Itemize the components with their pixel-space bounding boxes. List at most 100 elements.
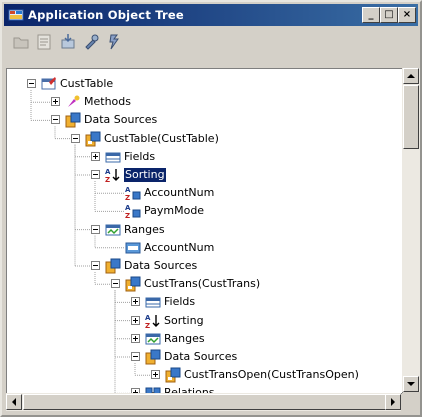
datasource-icon — [125, 276, 141, 292]
tree-node-label[interactable]: Fields — [164, 295, 195, 309]
collapse-icon[interactable] — [51, 115, 60, 125]
tree-node-label[interactable]: PaymMode — [144, 204, 204, 218]
svg-text:A: A — [145, 314, 151, 322]
tree-node-label[interactable]: Data Sources — [84, 113, 157, 127]
tools-icon[interactable] — [82, 32, 102, 52]
tree-node-label[interactable]: Methods — [84, 95, 131, 109]
tree-node[interactable]: CustTrans(CustTrans) — [7, 275, 402, 293]
tree-node[interactable]: CustTable(CustTable) — [7, 130, 402, 148]
datasource-icon — [85, 131, 101, 147]
scroll-right-button[interactable] — [385, 394, 401, 410]
tree-node-label[interactable]: Ranges — [124, 223, 165, 237]
arrow-right-icon — [391, 398, 395, 406]
tree-node-label[interactable]: CustTable(CustTable) — [104, 132, 219, 146]
sorting-icon: AZ — [105, 168, 120, 183]
tree-node-label[interactable]: CustTransOpen(CustTransOpen) — [184, 368, 359, 382]
tree-node-label[interactable]: AccountNum — [144, 241, 214, 255]
close-button[interactable]: × — [398, 7, 416, 23]
tree-node-label[interactable]: Sorting — [124, 168, 166, 182]
horizontal-scrollbar[interactable] — [6, 393, 401, 411]
tree-node[interactable]: Ranges — [7, 221, 402, 239]
vertical-scrollbar[interactable] — [402, 68, 420, 392]
tree-node-label[interactable]: Ranges — [164, 332, 205, 346]
arrow-down-icon — [407, 382, 415, 386]
collapse-icon[interactable] — [71, 133, 80, 143]
tree-node[interactable]: CustTransOpen(CustTransOpen) — [7, 366, 402, 384]
svg-text:Z: Z — [125, 194, 130, 201]
svg-text:A: A — [125, 204, 131, 212]
scroll-thumb[interactable] — [403, 85, 419, 149]
arrow-left-icon — [12, 398, 16, 406]
aot-window: Application Object Tree _ □ × CustTable M… — [0, 0, 422, 417]
tree-node[interactable]: A Z AccountNum — [7, 184, 402, 202]
compile-icon[interactable] — [105, 32, 125, 52]
svg-text:A: A — [105, 168, 111, 176]
expand-icon[interactable] — [131, 315, 140, 325]
tree-node-label[interactable]: Sorting — [164, 314, 204, 328]
collapse-icon[interactable] — [111, 279, 120, 289]
datasources-icon — [145, 349, 161, 365]
scroll-up-button[interactable] — [403, 68, 419, 84]
range-field-icon — [125, 242, 141, 254]
tree-node[interactable]: A Z Sorting — [7, 312, 402, 330]
collapse-icon[interactable] — [27, 79, 36, 88]
tree-node[interactable]: Ranges — [7, 330, 402, 348]
maximize-button[interactable]: □ — [380, 7, 398, 23]
tree-node[interactable]: Fields — [7, 148, 402, 166]
tree-node-label[interactable]: CustTable — [60, 77, 113, 91]
fields-icon — [145, 297, 161, 308]
tree-node-label[interactable]: CustTrans(CustTrans) — [144, 277, 260, 291]
sorting-icon: AZ — [145, 314, 160, 329]
collapse-icon[interactable] — [91, 261, 100, 270]
table-icon — [41, 77, 56, 90]
toolbar — [5, 29, 417, 55]
tree-node-label[interactable]: AccountNum — [144, 186, 214, 200]
expand-icon[interactable] — [91, 151, 100, 161]
tree-node-label[interactable]: Data Sources — [164, 350, 237, 364]
expand-icon[interactable] — [151, 370, 160, 380]
datasource-icon — [165, 367, 181, 383]
sort-field-icon: AZ — [125, 204, 141, 219]
tree-node[interactable]: A Z Sorting — [7, 166, 402, 184]
methods-icon — [68, 95, 80, 108]
ranges-icon — [105, 224, 121, 236]
scroll-down-button[interactable] — [403, 376, 419, 392]
tree-node[interactable]: CustTable — [7, 75, 402, 93]
tree-node[interactable]: Data Sources — [7, 257, 402, 275]
collapse-icon[interactable] — [131, 352, 140, 361]
collapse-icon[interactable] — [91, 224, 100, 234]
open-icon[interactable] — [11, 32, 31, 52]
size-grip[interactable] — [402, 393, 420, 411]
fields-icon — [105, 152, 121, 163]
expand-icon[interactable] — [51, 97, 60, 107]
properties-icon[interactable] — [34, 32, 54, 52]
svg-text:Z: Z — [125, 212, 130, 219]
title-bar[interactable]: Application Object Tree _ □ × — [4, 4, 418, 26]
collapse-icon[interactable] — [91, 170, 100, 179]
tree-node[interactable]: Methods — [7, 93, 402, 111]
tree-node-label[interactable]: Data Sources — [124, 259, 197, 273]
tree-node[interactable]: Data Sources — [7, 348, 402, 366]
tree-node[interactable]: Fields — [7, 293, 402, 311]
datasources-icon — [105, 258, 121, 274]
expand-icon[interactable] — [131, 297, 140, 307]
scroll-thumb-horizontal[interactable] — [23, 394, 387, 410]
datasources-icon — [65, 112, 81, 128]
tree-node-label[interactable]: Fields — [124, 150, 155, 164]
svg-text:A: A — [125, 186, 131, 194]
object-tree[interactable]: CustTable Methods Data Sources CustTable(Cu… — [6, 68, 403, 394]
ranges-icon — [145, 333, 161, 345]
aot-app-icon — [8, 9, 24, 21]
scroll-left-button[interactable] — [6, 394, 22, 410]
sort-field-icon: AZ — [125, 186, 141, 201]
tree-node[interactable]: Data Sources — [7, 111, 402, 129]
tree-node[interactable]: A Z PaymMode — [7, 202, 402, 220]
tree-node[interactable]: AccountNum — [7, 239, 402, 257]
svg-text:Z: Z — [105, 176, 110, 183]
svg-text:Z: Z — [145, 322, 150, 329]
expand-icon[interactable] — [131, 333, 140, 343]
import-icon[interactable] — [58, 32, 78, 52]
minimize-button[interactable]: _ — [362, 7, 380, 23]
arrow-up-icon — [407, 74, 415, 78]
window-title: Application Object Tree — [28, 8, 184, 22]
